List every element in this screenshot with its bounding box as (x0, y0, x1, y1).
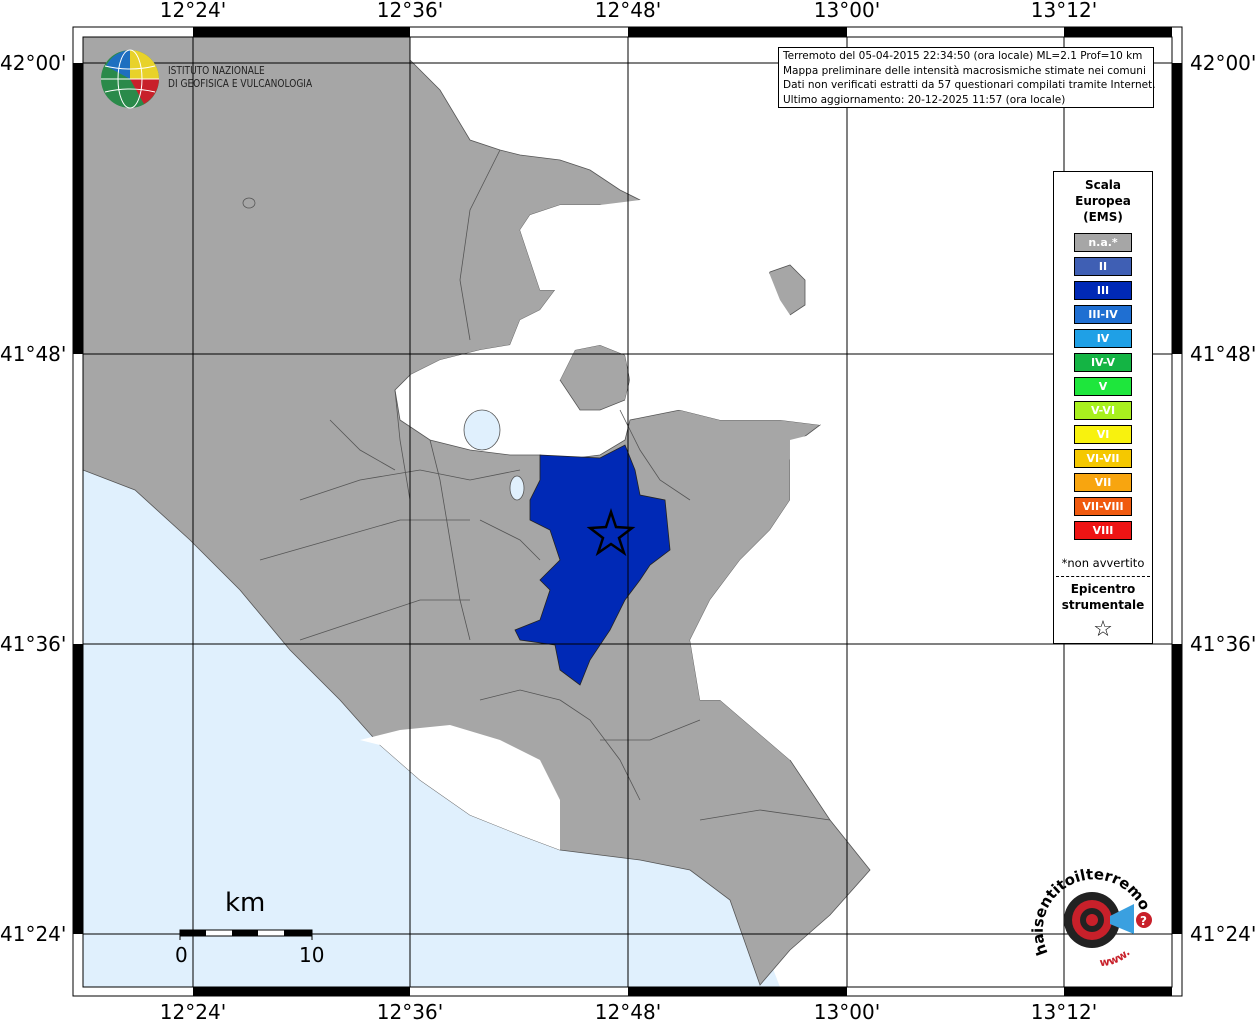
legend-item: IV-V (1074, 353, 1132, 372)
brand-url: www. (1099, 946, 1133, 969)
tick-bottom-4: 13°00' (813, 1000, 881, 1024)
legend-item: III (1074, 281, 1132, 300)
legend-item: III-IV (1074, 305, 1132, 324)
tick-bottom-2: 12°36' (376, 1000, 444, 1024)
scale-unit: km (225, 888, 266, 918)
lake-albano (509, 475, 525, 501)
tick-left-4: 41°24' (0, 922, 67, 946)
legend-item: VI (1074, 425, 1132, 444)
tick-top-1: 12°24' (159, 0, 227, 22)
legend-divider (1056, 576, 1150, 577)
legend-note: *non avvertito (1061, 556, 1145, 570)
event-info-line: Mappa preliminare delle intensità macros… (783, 64, 1146, 77)
legend-item: II (1074, 257, 1132, 276)
legend-item: VII (1074, 473, 1132, 492)
event-info-line: Terremoto del 05-04-2015 22:34:50 (ora l… (783, 50, 1143, 62)
hai-sentito-logo: haisentitoilterremoto.it www. ? (1030, 858, 1154, 969)
event-info-box: Terremoto del 05-04-2015 22:34:50 (ora l… (778, 47, 1156, 108)
legend-item: VI-VII (1074, 449, 1132, 468)
legend-item: IV (1074, 329, 1132, 348)
tick-bottom-3: 12°48' (594, 1000, 662, 1024)
lake-bracciano (463, 409, 501, 451)
tick-top-3: 12°48' (594, 0, 662, 22)
scale-min: 0 (175, 943, 188, 967)
tick-left-1: 42°00' (0, 51, 67, 75)
legend-item: V-VI (1074, 401, 1132, 420)
legend-item: VII-VIII (1074, 497, 1132, 516)
legend-items: n.a.* II III III-IV IV IV-V V V-VI VI VI-VII VII VI… (1054, 233, 1152, 540)
tick-right-1: 42°00' (1190, 51, 1255, 75)
tick-top-2: 12°36' (376, 0, 444, 22)
tick-left-3: 41°36' (0, 632, 67, 656)
scale-max: 10 (299, 943, 325, 967)
tick-bottom-5: 13°12' (1030, 1000, 1098, 1024)
legend-item: VIII (1074, 521, 1132, 540)
tick-right-2: 41°48' (1190, 342, 1255, 366)
legend-item: n.a.* (1074, 233, 1132, 252)
legend-item: V (1074, 377, 1132, 396)
institute-name: ISTITUTO NAZIONALE DI GEOFISICA E VULCAN… (168, 64, 313, 90)
svg-text:www.: www. (1099, 946, 1133, 969)
ems-legend: Scala Europea (EMS) n.a.* II III III-IV IV IV… (1053, 171, 1153, 644)
small-island (242, 197, 256, 209)
tick-top-5: 13°12' (1030, 0, 1098, 22)
tick-right-4: 41°24' (1190, 922, 1255, 946)
tick-right-3: 41°36' (1190, 632, 1255, 656)
event-info-line: Ultimo aggiornamento: 20-12-2025 11:57 (… (783, 93, 1066, 106)
legend-star-icon: ☆ (1093, 617, 1113, 642)
ingv-globe-logo (101, 49, 159, 109)
legend-epicenter-label: Epicentro strumentale (1061, 582, 1145, 612)
event-info-line: Dati non verificati estratti da 57 quest… (783, 79, 1156, 91)
tick-top-4: 13°00' (813, 0, 881, 22)
legend-title: Scala Europea (EMS) (1075, 178, 1131, 224)
brand-question: ? (1140, 914, 1147, 928)
tick-left-2: 41°48' (0, 342, 67, 366)
tick-bottom-1: 12°24' (159, 1000, 227, 1024)
